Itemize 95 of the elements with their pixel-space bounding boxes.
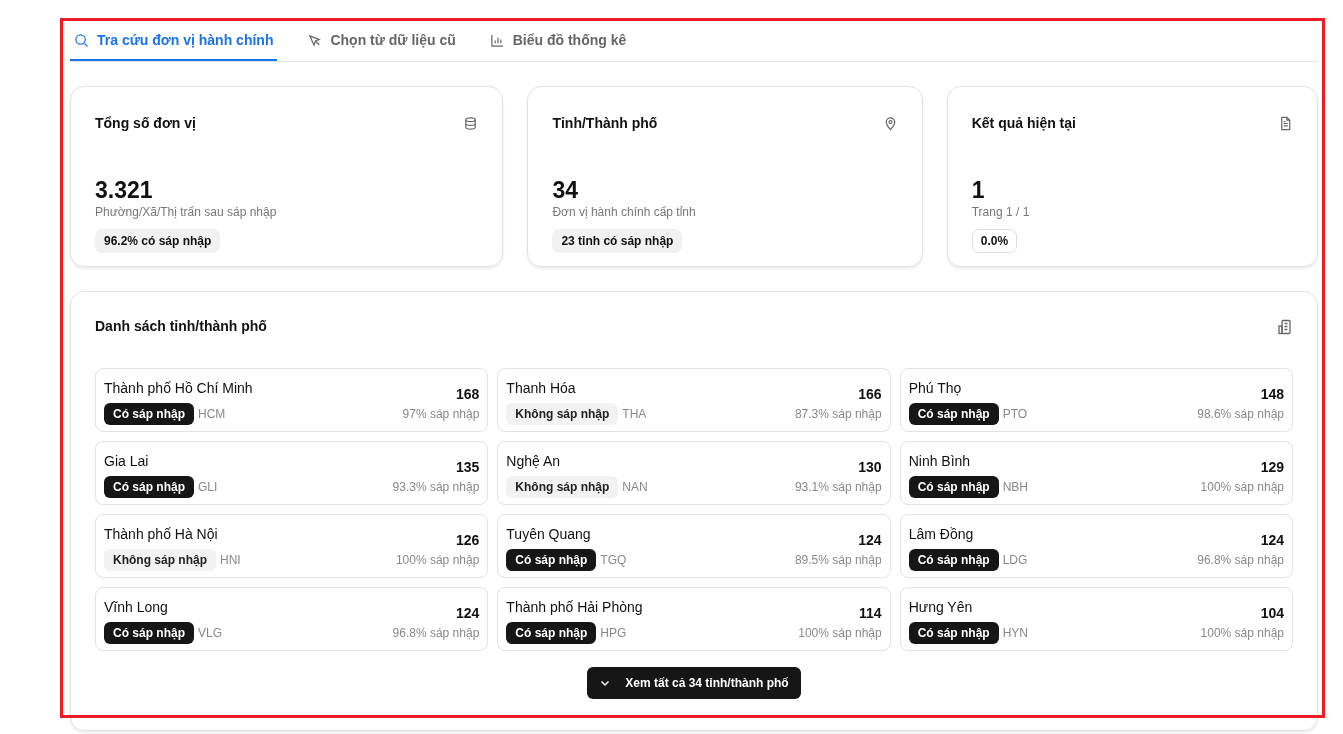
province-code: LDG [1002,552,1028,569]
province-name: Ninh Bình [908,452,972,471]
unit-count: 124 [454,604,480,623]
province-code: NAN [622,479,648,496]
province-name: Nghệ An [506,452,562,471]
merge-status-badge: Có sáp nhập [506,622,597,644]
merge-rate: 100% sáp nhập [395,552,480,569]
stat-badge: 23 tỉnh có sáp nhập [552,229,683,254]
province-code: TGQ [600,552,627,569]
province-name: Thanh Hóa [506,379,577,398]
stat-title: Tỉnh/Thành phố [552,114,658,133]
province-name: Vĩnh Long [104,598,169,617]
province-card[interactable]: Thành phố Hà Nội Không sáp nhập HNI 126 100% sáp nhập [95,514,489,578]
merge-rate: 100% sáp nhập [798,625,882,642]
merge-rate: 89.5% sáp nhập [794,552,882,569]
stat-badge: 0.0% [971,229,1018,254]
province-code: HCM [198,406,226,423]
province-code: GLI [198,479,218,496]
document-icon [1278,116,1293,131]
province-code: HYN [1002,625,1028,642]
merge-rate: 96.8% sáp nhập [1197,552,1284,569]
merge-status-badge: Có sáp nhập [908,622,999,644]
merge-status-badge: Không sáp nhập [506,476,619,498]
province-code: VLG [198,625,223,642]
stat-subtitle: Đơn vị hành chính cấp tỉnh [552,204,697,222]
province-name: Phú Thọ [908,379,963,398]
province-code: NBH [1002,479,1028,496]
merge-status-badge: Có sáp nhập [908,549,999,571]
unit-count: 104 [1259,604,1284,623]
province-card[interactable]: Ninh Bình Có sáp nhập NBH 129 100% sáp nhập [899,441,1293,505]
unit-count: 114 [858,604,882,623]
province-card[interactable]: Nghệ An Không sáp nhập NAN 130 93.1% sáp nhập [497,441,891,505]
unit-count: 126 [454,531,480,550]
merge-status-badge: Có sáp nhập [908,476,999,498]
province-card[interactable]: Gia Lai Có sáp nhập GLI 135 93.3% sáp nhập [95,441,489,505]
province-card[interactable]: Phú Thọ Có sáp nhập PTO 148 98.6% sáp nhập [899,368,1293,432]
unit-count: 166 [857,385,882,404]
stat-subtitle: Trang 1 / 1 [971,204,1031,222]
merge-status-badge: Có sáp nhập [104,622,194,644]
cursor-arrow-icon [307,32,323,48]
unit-count: 168 [454,385,480,404]
unit-count: 130 [857,458,882,477]
tab[interactable]: Chọn từ dữ liệu cũ [303,24,460,61]
stat-badge: 96.2% có sáp nhập [95,229,221,254]
province-name: Gia Lai [104,452,150,471]
province-card[interactable]: Vĩnh Long Có sáp nhập VLG 124 96.8% sáp nhập [95,587,489,651]
province-name: Thành phố Hồ Chí Minh [104,379,253,398]
stat-title: Kết quả hiện tại [971,114,1076,133]
province-card[interactable]: Hưng Yên Có sáp nhập HYN 104 100% sáp nhập [899,587,1293,651]
search-icon [74,32,89,48]
province-name: Thành phố Hà Nội [104,525,219,544]
unit-count: 148 [1259,385,1284,404]
bar-chart-icon [489,32,505,48]
merge-status-badge: Có sáp nhập [104,403,194,425]
merge-status-badge: Có sáp nhập [908,403,999,425]
show-all-button[interactable]: Xem tất cả 34 tỉnh/thành phố [587,667,801,699]
merge-status-badge: Có sáp nhập [104,476,194,498]
province-name: Lâm Đồng [908,525,975,544]
merge-status-badge: Không sáp nhập [506,403,619,425]
tab[interactable]: Biểu đồ thống kê [485,24,631,61]
stat-title: Tổng số đơn vị [95,114,196,133]
merge-rate: 87.3% sáp nhập [794,406,882,423]
unit-count: 129 [1259,458,1284,477]
merge-rate: 93.1% sáp nhập [794,479,882,496]
merge-rate: 93.3% sáp nhập [392,479,480,496]
stat-value: 3.321 [95,178,154,204]
merge-status-badge: Có sáp nhập [506,549,597,571]
merge-rate: 100% sáp nhập [1200,625,1284,642]
province-code: HNI [220,552,241,569]
province-card[interactable]: Thành phố Hải Phòng Có sáp nhập HPG 114 100% sáp nhập [497,587,891,651]
province-code: HPG [600,625,627,642]
stat-subtitle: Phường/Xã/Thị trấn sau sáp nhập [95,204,278,222]
building-icon [1277,318,1293,335]
merge-rate: 100% sáp nhập [1200,479,1284,496]
province-code: THA [622,406,647,423]
merge-status-badge: Không sáp nhập [104,549,216,571]
province-name: Thành phố Hải Phòng [506,598,643,617]
province-card[interactable]: Lâm Đồng Có sáp nhập LDG 124 96.8% sáp nhập [899,514,1293,578]
province-card[interactable]: Thanh Hóa Không sáp nhập THA 166 87.3% sáp nhập [497,368,891,432]
database-icon [463,116,479,131]
province-card[interactable]: Thành phố Hồ Chí Minh Có sáp nhập HCM 168 97% sáp nhập [95,368,489,432]
merge-rate: 98.6% sáp nhập [1197,406,1284,423]
merge-rate: 96.8% sáp nhập [392,625,480,642]
tab[interactable]: Tra cứu đơn vị hành chính [70,24,278,61]
unit-count: 124 [1259,531,1284,550]
section-title: Danh sách tỉnh/thành phố [95,317,267,336]
province-code: PTO [1002,406,1028,423]
stat-value: 1 [971,178,986,204]
stat-value: 34 [552,178,579,204]
merge-rate: 97% sáp nhập [402,406,480,423]
unit-count: 135 [454,458,480,477]
province-name: Hưng Yên [908,598,974,617]
province-card[interactable]: Tuyên Quang Có sáp nhập TGQ 124 89.5% sáp nhập [497,514,891,578]
unit-count: 124 [857,531,882,550]
province-name: Tuyên Quang [506,525,592,544]
